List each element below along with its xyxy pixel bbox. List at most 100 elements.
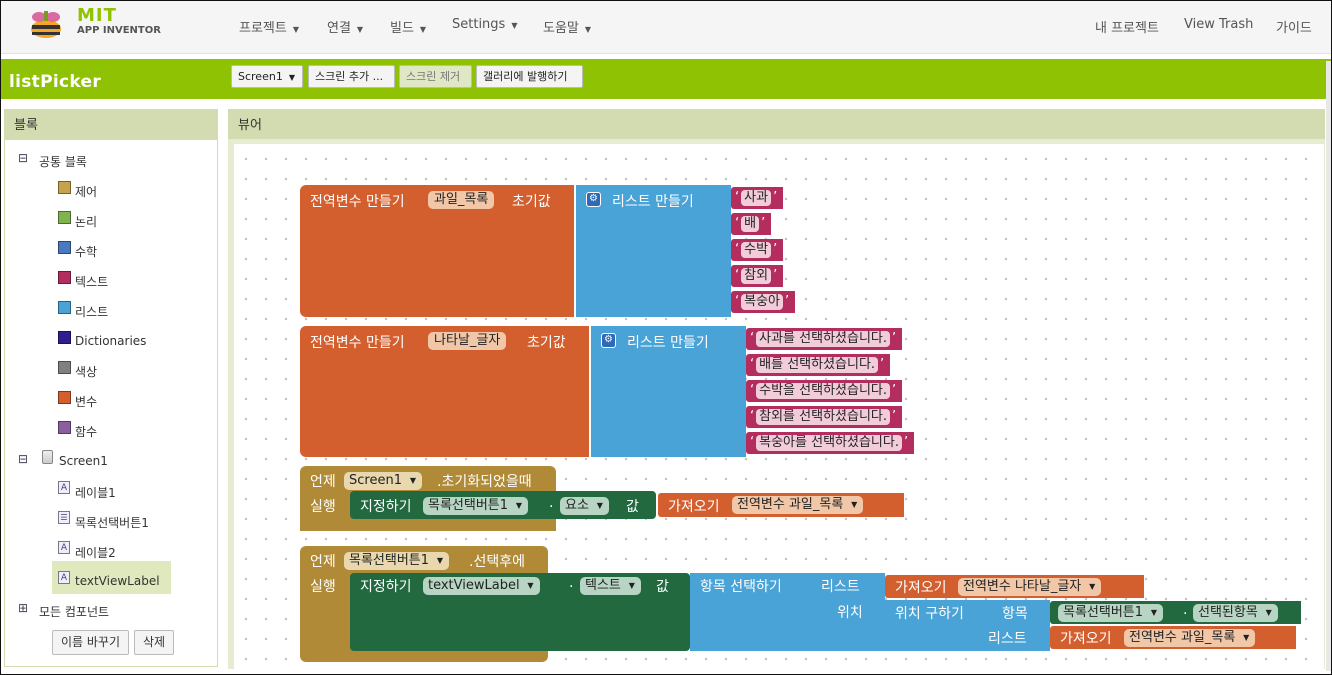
set-label: 지정하기 (360, 499, 412, 515)
make-list-block-messages[interactable]: ⚙ 리스트 만들기 (591, 326, 746, 457)
text-block-pear[interactable]: ‘배’ (731, 213, 772, 235)
index-in-list-block[interactable]: 위치 구하기 항목 리스트 (885, 600, 1050, 651)
label-icon: A (58, 541, 70, 554)
component-dropdown[interactable]: 목록선택버튼1 ▼ (423, 497, 529, 515)
text-block-peach[interactable]: ‘복숭아’ (731, 291, 796, 313)
select-item-label: 항목 선택하기 (700, 579, 782, 595)
get-label: 가져오기 (668, 499, 720, 515)
text-value[interactable]: 사과 (741, 190, 772, 206)
publish-gallery-button[interactable]: 갤러리에 발행하기 (476, 65, 583, 88)
var-name-field[interactable]: 과일_목록 (428, 191, 495, 209)
text-block-message-pear[interactable]: ‘배를 선택하셨습니다.’ (746, 354, 891, 376)
text-value[interactable]: 배를 선택하셨습니다. (756, 357, 879, 373)
property-dropdown[interactable]: 요소 ▼ (560, 497, 609, 515)
text-block-apple[interactable]: ‘사과’ (731, 187, 784, 209)
expand-icon[interactable]: ⊞ (17, 601, 29, 615)
chevron-down-icon: ▼ (288, 73, 295, 82)
dictionaries-color-swatch (58, 331, 71, 344)
drawer-variables-label: 변수 (75, 395, 98, 409)
component-dropdown[interactable]: textViewLabel ▼ (423, 577, 540, 595)
vertical-scrollbar[interactable] (1326, 61, 1331, 671)
text-value[interactable]: 복숭아를 선택하셨습니다. (756, 435, 902, 451)
do-label: 실행 (310, 499, 336, 515)
var-name-field[interactable]: 나타날_글자 (428, 332, 507, 350)
initial-value-label: 초기값 (512, 194, 551, 210)
listpicker-component-dropdown[interactable]: 목록선택버튼1 ▼ (344, 552, 450, 570)
global-var-block-fruit-list[interactable]: 전역변수 만들기 과일_목록 초기값 (300, 185, 574, 317)
text-block-message-watermelon[interactable]: ‘수박을 선택하셨습니다.’ (746, 380, 903, 402)
variable-dropdown[interactable]: 전역변수 과일_목록 ▼ (732, 496, 864, 514)
my-projects-link[interactable]: 내 프로젝트 (1095, 17, 1159, 36)
remove-screen-button[interactable]: 스크린 제거 (399, 65, 472, 88)
menu-build[interactable]: 빌드 ▼ (390, 17, 426, 36)
select-list-item-block[interactable]: 항목 선택하기 리스트 위치 (690, 573, 885, 651)
view-trash-link[interactable]: View Trash (1184, 17, 1253, 32)
set-property-block-elements[interactable]: 지정하기 목록선택버튼1 ▼ . 요소 ▼ 값 (350, 491, 656, 519)
chevron-down-icon: ▼ (292, 25, 299, 34)
text-value[interactable]: 참외를 선택하셨습니다. (756, 409, 891, 425)
add-screen-button[interactable]: 스크린 추가 ... (308, 65, 395, 88)
make-list-block-fruits[interactable]: ⚙ 리스트 만들기 (576, 185, 731, 317)
menu-connect-label: 연결 (327, 21, 351, 36)
text-value[interactable]: 수박을 선택하셨습니다. (756, 383, 891, 399)
text-value[interactable]: 배 (741, 216, 760, 232)
screen1-tree-item[interactable]: Screen1 (59, 454, 108, 468)
menu-settings[interactable]: Settings ▼ (452, 17, 517, 32)
project-title: listPicker (9, 72, 102, 92)
when-label: 언제 (310, 554, 336, 570)
variable-dropdown[interactable]: 전역변수 나타날_글자 ▼ (958, 578, 1102, 596)
get-global-block-display-text[interactable]: 가져오기 전역변수 나타날_글자 ▼ (885, 575, 1144, 598)
dot-label: . (1183, 602, 1188, 618)
text-block-message-peach[interactable]: ‘복숭아를 선택하셨습니다.’ (746, 432, 915, 454)
menu-project[interactable]: 프로젝트 ▼ (239, 17, 299, 36)
chevron-down-icon: ▼ (436, 556, 444, 565)
text-block-melon[interactable]: ‘참외’ (731, 265, 784, 287)
text-value[interactable]: 참외 (741, 268, 772, 284)
screen-select-dropdown[interactable]: Screen1 ▼ (231, 65, 303, 88)
property-dropdown[interactable]: 선택된항목 ▼ (1193, 604, 1278, 622)
gear-icon[interactable]: ⚙ (601, 333, 616, 348)
get-selection-block[interactable]: 목록선택버튼1 ▼ . 선택된항목 ▼ (1050, 601, 1301, 624)
blocks-workspace[interactable]: 전역변수 만들기 과일_목록 초기값 ⚙ 리스트 만들기 ‘사과’ ‘배’ ‘수… (234, 144, 1324, 669)
guide-link[interactable]: 가이드 (1276, 17, 1312, 36)
event-name-label: .선택후에 (469, 554, 525, 570)
mit-app-inventor-logo[interactable]: MIT APP INVENTOR (29, 5, 169, 45)
global-var-block-display-text[interactable]: 전역변수 만들기 나타날_글자 초기값 (300, 326, 589, 457)
drawer-lists-label: 리스트 (75, 305, 109, 319)
text-value[interactable]: 복숭아 (741, 294, 784, 310)
menu-connect[interactable]: 연결 ▼ (327, 17, 363, 36)
property-name: 요소 (565, 498, 589, 513)
text-value[interactable]: 수박 (741, 242, 772, 258)
text-block-message-melon[interactable]: ‘참외를 선택하셨습니다.’ (746, 406, 903, 428)
text-block-message-apple[interactable]: ‘사과를 선택하셨습니다.’ (746, 328, 903, 350)
top-navigation-bar: MIT APP INVENTOR 프로젝트 ▼ 연결 ▼ 빌드 ▼ Settings ▼… (1, 1, 1331, 54)
property-dropdown[interactable]: 텍스트 ▼ (580, 577, 641, 595)
chevron-down-icon: ▼ (1150, 608, 1158, 617)
text-value[interactable]: 사과를 선택하셨습니다. (756, 331, 891, 347)
make-list-label: 리스트 만들기 (612, 194, 694, 210)
text-block-watermelon[interactable]: ‘수박’ (731, 239, 784, 261)
collapse-icon[interactable]: ⊟ (17, 151, 29, 165)
component-textviewlabel[interactable]: A textViewLabel (52, 561, 171, 594)
drawer-logic-label: 논리 (75, 215, 98, 229)
builtin-blocks-label[interactable]: 공통 블록 (39, 153, 87, 170)
menu-help[interactable]: 도움말 ▼ (543, 17, 591, 36)
set-property-block-text[interactable]: 지정하기 textViewLabel ▼ . 텍스트 ▼ 값 (350, 573, 690, 651)
blocks-panel-header: 블록 (4, 109, 218, 139)
procedures-color-swatch (58, 421, 71, 434)
variable-dropdown[interactable]: 전역변수 과일_목록 ▼ (1124, 629, 1256, 647)
chevron-down-icon: ▼ (1243, 633, 1250, 642)
component-name: 목록선택버튼1 (428, 498, 509, 513)
get-global-block-fruit-list[interactable]: 가져오기 전역변수 과일_목록 ▼ (658, 493, 904, 517)
delete-button[interactable]: 삭제 (134, 630, 175, 655)
get-global-block-fruit-list-2[interactable]: 가져오기 전역변수 과일_목록 ▼ (1050, 626, 1296, 649)
control-color-swatch (58, 181, 71, 194)
collapse-icon[interactable]: ⊟ (17, 452, 29, 466)
property-name: 선택된항목 (1198, 605, 1258, 620)
variables-color-swatch (58, 391, 71, 404)
rename-button[interactable]: 이름 바꾸기 (52, 630, 130, 655)
gear-icon[interactable]: ⚙ (586, 192, 601, 207)
component-dropdown[interactable]: 목록선택버튼1 ▼ (1058, 604, 1164, 622)
all-components-label[interactable]: 모든 컴포넌트 (39, 603, 109, 620)
screen-component-dropdown[interactable]: Screen1 ▼ (344, 472, 422, 490)
